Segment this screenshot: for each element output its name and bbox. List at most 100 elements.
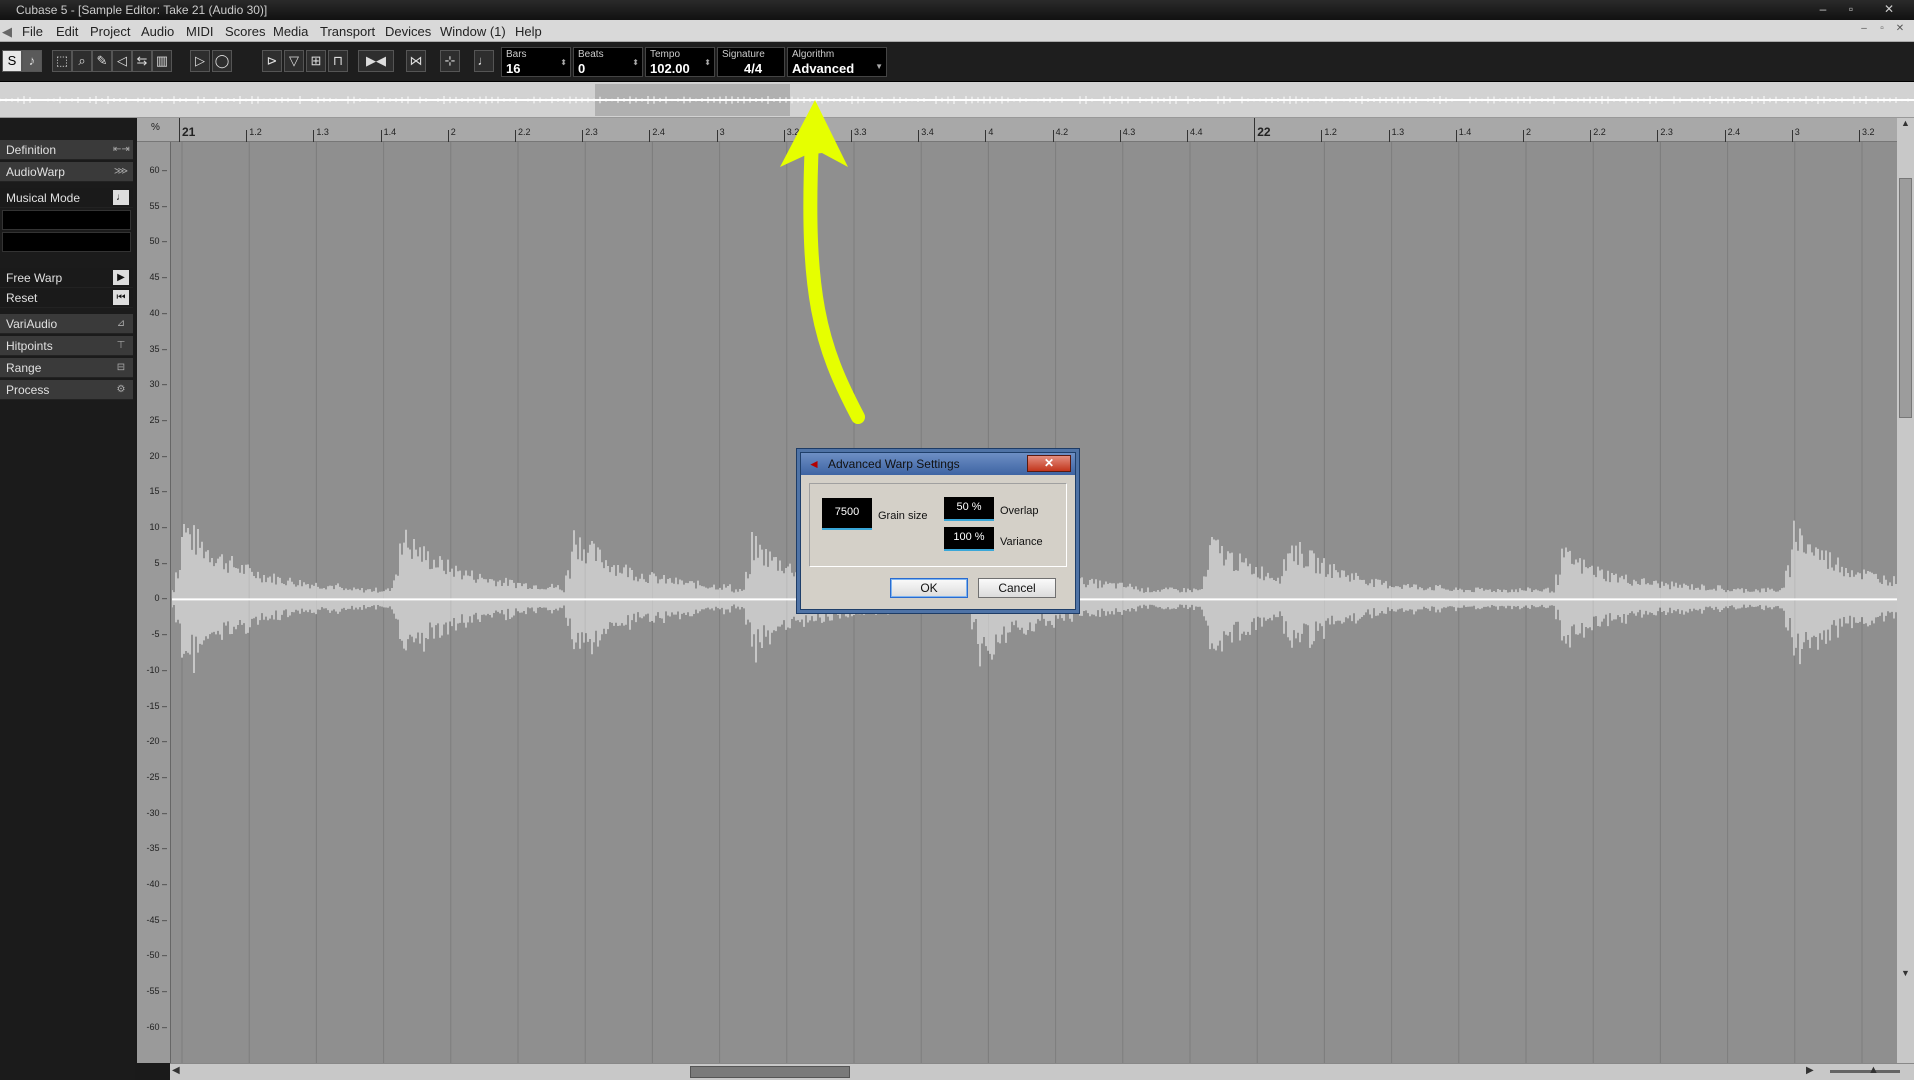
bars-value[interactable]: 16 <box>506 61 520 76</box>
value-scale-label: 15 – <box>149 486 167 497</box>
range-section[interactable]: Range ⊟ <box>0 358 133 378</box>
value-scale: 60 – 55 – 50 – 45 – 40 – 35 – 30 – 25 – 20 – 15 –… <box>137 142 171 1063</box>
menu-midi[interactable]: MIDI <box>186 24 213 39</box>
minimize-button[interactable]: – <box>1812 1 1834 17</box>
tempo-input-empty[interactable] <box>2 210 131 230</box>
autoscroll-icon[interactable]: ⊓ <box>328 50 348 72</box>
menu-devices[interactable]: Devices <box>385 24 431 39</box>
maximize-button[interactable]: ▫ <box>1840 1 1862 17</box>
warp-tool-icon[interactable]: ▶◀ <box>358 50 394 72</box>
algorithm-field[interactable]: Algorithm Advanced ▼ <box>787 47 887 77</box>
zoom-slider[interactable] <box>1830 1070 1900 1073</box>
ruler-tick-line <box>1859 130 1860 142</box>
timeline-ruler[interactable]: % 21 1.2 1.3 1.4 2 2.2 2.3 2.4 3 3.2 3.3 3.4 4 4.2 4.3… <box>137 118 1897 142</box>
menu-scores[interactable]: Scores <box>225 24 265 39</box>
signature-value[interactable]: 4/4 <box>744 61 762 76</box>
menu-file[interactable]: File <box>22 24 43 39</box>
overview-lane[interactable] <box>0 82 1914 118</box>
algorithm-value[interactable]: Advanced <box>792 61 854 76</box>
doc-minimize-button[interactable]: – <box>1856 23 1872 37</box>
dialog-title-bar[interactable]: ◄ Advanced Warp Settings ✕ <box>801 453 1075 475</box>
overlap-input[interactable]: 50 % <box>944 497 994 521</box>
doc-close-button[interactable]: ✕ <box>1892 23 1908 37</box>
ok-button[interactable]: OK <box>890 578 968 598</box>
beats-spinner-icon[interactable]: ⬍ <box>632 58 639 67</box>
tempo-value[interactable]: 102.00 <box>650 61 690 76</box>
solo-icon[interactable]: S <box>2 50 22 72</box>
scroll-down-icon[interactable]: ▼ <box>1898 968 1913 982</box>
menu-project[interactable]: Project <box>90 24 130 39</box>
grain-size-input[interactable]: 7500 <box>822 498 872 530</box>
process-label: Process <box>6 383 50 397</box>
horizontal-scroll-thumb[interactable] <box>690 1066 850 1078</box>
signature-field[interactable]: Signature 4/4 <box>717 47 785 77</box>
advanced-warp-settings-dialog: ◄ Advanced Warp Settings ✕ 7500 Grain si… <box>800 452 1076 610</box>
process-section[interactable]: Process ⚙ <box>0 380 133 400</box>
menu-transport[interactable]: Transport <box>320 24 375 39</box>
note-icon[interactable]: ♩ <box>474 50 494 72</box>
musical-mode-toggle-icon[interactable]: ♩ <box>113 190 129 205</box>
vertical-scrollbar[interactable]: ▲ ▼ <box>1897 118 1914 1063</box>
horizontal-scrollbar[interactable]: ◀ ▶ ▲ <box>170 1063 1914 1080</box>
reset-icon[interactable]: ⏮ <box>113 290 129 305</box>
hitpoint-edit-icon[interactable]: ⊹ <box>440 50 460 72</box>
tempo-field[interactable]: Tempo 102.00 ⬍ <box>645 47 715 77</box>
variaudio-section[interactable]: VariAudio ⊿ <box>0 314 133 334</box>
ruler-tick-line <box>918 130 920 142</box>
definition-label: Definition <box>6 143 57 157</box>
scroll-up-icon[interactable]: ▲ <box>1898 118 1913 132</box>
reset-row[interactable]: Reset ⏮ <box>0 288 133 308</box>
ruler-tick-label: 1.2 <box>249 127 262 137</box>
doc-restore-button[interactable]: ▫ <box>1874 23 1890 37</box>
ruler-tick-line <box>380 130 382 142</box>
bars-spinner-icon[interactable]: ⬍ <box>560 58 567 67</box>
pencil-icon[interactable]: ✎ <box>92 50 112 72</box>
definition-section[interactable]: Definition ⇤⇥ <box>0 140 133 160</box>
musical-mode-icon[interactable]: ⋈ <box>406 50 426 72</box>
play-tool-icon[interactable]: ◁ <box>112 50 132 72</box>
algorithm-dropdown-icon[interactable]: ▼ <box>875 62 883 71</box>
zoom-slider-handle-icon[interactable]: ▲ <box>1868 1064 1879 1076</box>
ruler-tick-line <box>447 130 449 142</box>
free-warp-row[interactable]: Free Warp ▶ <box>0 268 133 288</box>
loop-icon[interactable]: ◯ <box>212 50 232 72</box>
snap-zero-icon[interactable]: ⊞ <box>306 50 326 72</box>
ruler-tick-label: 1.4 <box>1458 127 1472 137</box>
vertical-scroll-thumb[interactable] <box>1899 178 1912 418</box>
scroll-left-icon[interactable]: ◀ <box>172 1065 180 1076</box>
beats-value[interactable]: 0 <box>578 61 585 76</box>
audiowarp-section[interactable]: AudioWarp ⋙ <box>0 162 133 182</box>
listen-icon[interactable]: ♪ <box>22 50 42 72</box>
show-hitpoints-icon[interactable]: ▽ <box>284 50 304 72</box>
beats-field[interactable]: Beats 0 ⬍ <box>573 47 643 77</box>
tempo-label: Tempo <box>650 49 681 60</box>
back-arrow-icon[interactable]: ◀ <box>2 24 12 40</box>
menu-window[interactable]: Window (1) <box>440 24 506 39</box>
length-input-empty[interactable] <box>2 232 131 252</box>
ruler-tick-label: 2 <box>450 127 456 137</box>
hitpoints-section[interactable]: Hitpoints ⊤ <box>0 336 133 356</box>
ruler-tick-label: 3 <box>719 127 725 137</box>
snap-icon[interactable]: ▥ <box>152 50 172 72</box>
value-scale-label: 25 – <box>149 414 167 425</box>
menu-media[interactable]: Media <box>273 24 308 39</box>
show-region-icon[interactable]: ⊳ <box>262 50 282 72</box>
free-warp-icon[interactable]: ▶ <box>113 270 129 285</box>
musical-mode-label: Musical Mode <box>6 191 81 205</box>
beats-label: Beats <box>578 49 604 60</box>
bars-field[interactable]: Bars 16 ⬍ <box>501 47 571 77</box>
menu-audio[interactable]: Audio <box>141 24 174 39</box>
musical-mode-row[interactable]: Musical Mode ♩ <box>0 188 133 208</box>
tempo-spinner-icon[interactable]: ⬍ <box>704 58 711 67</box>
menu-help[interactable]: Help <box>515 24 542 39</box>
close-button[interactable]: ✕ <box>1878 1 1900 17</box>
scrub-icon[interactable]: ⇆ <box>132 50 152 72</box>
dialog-close-button[interactable]: ✕ <box>1027 455 1071 472</box>
range-select-icon[interactable]: ⬚ <box>52 50 72 72</box>
menu-edit[interactable]: Edit <box>56 24 78 39</box>
zoom-icon[interactable]: ⌕ <box>72 50 92 72</box>
cancel-button[interactable]: Cancel <box>978 578 1056 598</box>
play-icon[interactable]: ▷ <box>190 50 210 72</box>
variance-input[interactable]: 100 % <box>944 527 994 551</box>
scroll-right-icon[interactable]: ▶ <box>1806 1065 1814 1076</box>
